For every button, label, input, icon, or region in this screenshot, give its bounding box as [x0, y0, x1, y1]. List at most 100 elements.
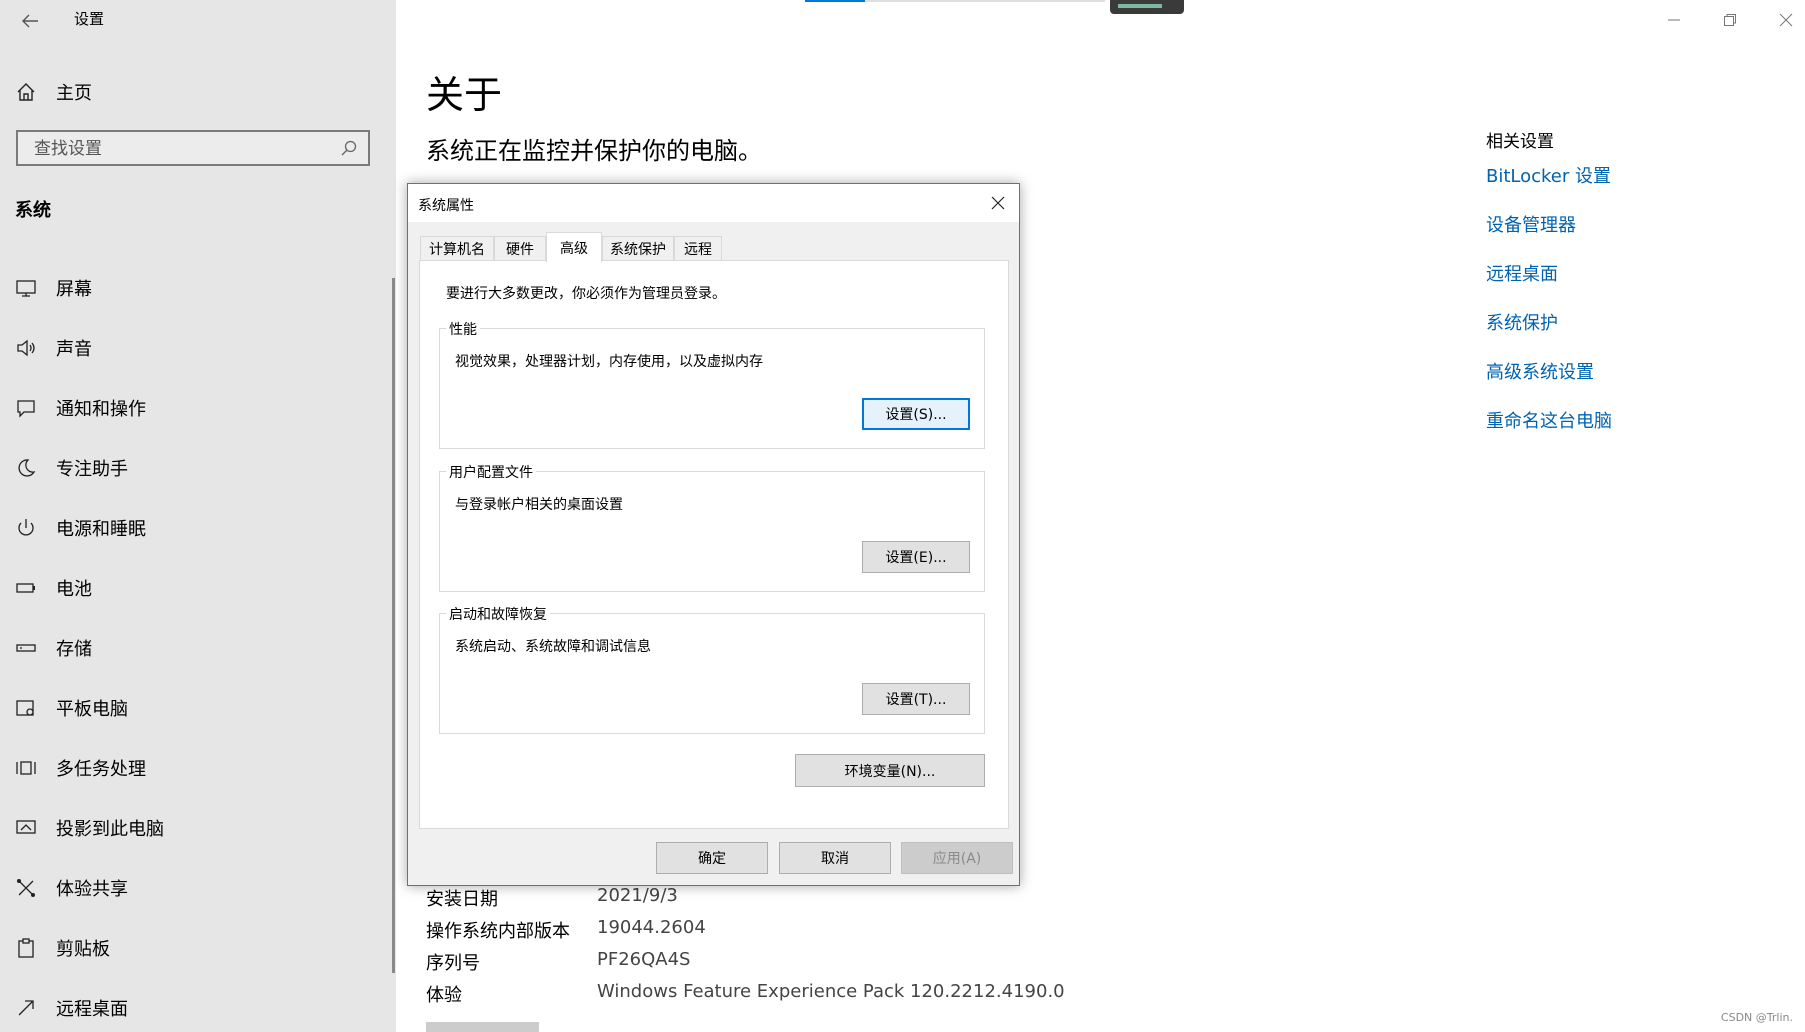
storage-icon	[14, 636, 38, 660]
home-icon	[14, 80, 38, 104]
ok-button[interactable]: 确定	[656, 842, 768, 874]
spec-row-install-date: 安装日期 2021/9/3	[426, 885, 678, 911]
admin-note: 要进行大多数更改，你必须作为管理员登录。	[446, 286, 726, 302]
group-performance: 性能 视觉效果，处理器计划，内存使用，以及虚拟内存 设置(S)...	[439, 319, 985, 449]
related-settings: 相关设置 BitLocker 设置 设备管理器 远程桌面 系统保护 高级系统设置…	[1486, 127, 1612, 460]
search-input[interactable]	[32, 136, 336, 162]
multitask-icon	[14, 756, 38, 780]
environment-variables-button[interactable]: 环境变量(N)...	[795, 754, 985, 787]
apply-button[interactable]: 应用(A)	[901, 842, 1013, 874]
minimize-button[interactable]	[1652, 6, 1696, 34]
window-title: 设置	[74, 10, 105, 28]
loading-indicator	[805, 0, 1105, 2]
close-icon	[1779, 13, 1793, 27]
tablet-icon	[14, 696, 38, 720]
spec-row-experience: 体验 Windows Feature Experience Pack 120.2…	[426, 981, 1065, 1007]
sidebar-item-project[interactable]: 投影到此电脑	[0, 806, 392, 850]
group-legend: 启动和故障恢复	[446, 604, 550, 624]
tab-advanced[interactable]: 高级	[546, 232, 602, 262]
minimize-icon	[1668, 19, 1680, 21]
sidebar-item-storage[interactable]: 存储	[0, 626, 392, 670]
performance-settings-button[interactable]: 设置(S)...	[862, 398, 970, 430]
sidebar-item-share[interactable]: 体验共享	[0, 866, 392, 910]
sidebar-item-label: 主页	[56, 83, 92, 104]
group-user-profiles: 用户配置文件 与登录帐户相关的桌面设置 设置(E)...	[439, 462, 985, 592]
sidebar-item-power[interactable]: 电源和睡眠	[0, 506, 392, 550]
sidebar-item-label: 专注助手	[56, 459, 128, 480]
notification-icon	[14, 396, 38, 420]
search-icon[interactable]	[340, 139, 358, 157]
spec-row-serial: 序列号 PF26QA4S	[426, 949, 690, 975]
link-rename-pc[interactable]: 重命名这台电脑	[1486, 411, 1612, 460]
group-description: 与登录帐户相关的桌面设置	[455, 497, 623, 513]
dialog-close-button[interactable]	[985, 190, 1011, 216]
sidebar-item-speaker[interactable]: 声音	[0, 326, 392, 370]
spec-value: Windows Feature Experience Pack 120.2212…	[597, 981, 1065, 1002]
share-icon	[14, 876, 38, 900]
sidebar-item-label: 多任务处理	[56, 759, 146, 780]
back-arrow-icon	[22, 14, 38, 28]
group-description: 系统启动、系统故障和调试信息	[455, 639, 651, 655]
link-device-manager[interactable]: 设备管理器	[1486, 215, 1612, 264]
tab-panel-advanced: 要进行大多数更改，你必须作为管理员登录。 性能 视觉效果，处理器计划，内存使用，…	[419, 260, 1009, 829]
sidebar-item-label: 剪贴板	[56, 939, 110, 960]
restore-button[interactable]	[1708, 6, 1752, 34]
sidebar-item-label: 电源和睡眠	[56, 519, 146, 540]
link-bitlocker[interactable]: BitLocker 设置	[1486, 166, 1612, 215]
watermark: CSDN @Trlin.	[1720, 1011, 1793, 1024]
section-title: 系统	[15, 200, 51, 221]
sidebar-item-monitor[interactable]: 屏幕	[0, 266, 392, 310]
moon-icon	[14, 456, 38, 480]
spec-key: 体验	[426, 985, 462, 1006]
spec-row-os-build: 操作系统内部版本 19044.2604	[426, 917, 706, 943]
taskbar-thumbnail	[1110, 0, 1184, 14]
sidebar: 设置 主页 系统 屏幕声音通知和操作专注助手电源和睡眠电池存储平板电脑多任务处理…	[0, 0, 396, 1032]
sidebar-item-battery[interactable]: 电池	[0, 566, 392, 610]
tab-system-protection[interactable]: 系统保护	[602, 236, 674, 260]
tab-hardware[interactable]: 硬件	[494, 236, 546, 260]
page-title: 关于	[426, 73, 503, 117]
link-remote-desktop[interactable]: 远程桌面	[1486, 264, 1612, 313]
copy-button[interactable]	[426, 1022, 539, 1032]
sidebar-item-remote-desktop[interactable]: 远程桌面	[0, 986, 392, 1030]
spec-value: PF26QA4S	[597, 949, 691, 970]
group-startup-recovery: 启动和故障恢复 系统启动、系统故障和调试信息 设置(T)...	[439, 604, 985, 734]
back-button[interactable]	[14, 6, 48, 36]
sidebar-item-label: 远程桌面	[56, 999, 128, 1020]
sidebar-item-clipboard[interactable]: 剪贴板	[0, 926, 392, 970]
clipboard-icon	[14, 936, 38, 960]
profiles-settings-button[interactable]: 设置(E)...	[862, 541, 970, 573]
link-system-protection[interactable]: 系统保护	[1486, 313, 1612, 362]
sidebar-item-label: 声音	[56, 339, 92, 360]
sidebar-item-label: 存储	[56, 639, 92, 660]
spec-key: 操作系统内部版本	[426, 921, 570, 942]
cancel-button[interactable]: 取消	[779, 842, 891, 874]
dialog-titlebar[interactable]: 系统属性	[408, 184, 1019, 222]
monitor-icon	[14, 276, 38, 300]
sidebar-item-notification[interactable]: 通知和操作	[0, 386, 392, 430]
group-legend: 用户配置文件	[446, 462, 536, 482]
sidebar-scrollbar[interactable]	[392, 278, 395, 973]
tab-remote[interactable]: 远程	[674, 236, 722, 260]
dialog-title: 系统属性	[418, 198, 474, 214]
sidebar-item-label: 屏幕	[56, 279, 92, 300]
restore-icon	[1724, 14, 1736, 26]
close-button[interactable]	[1764, 6, 1805, 34]
close-icon	[991, 196, 1005, 210]
related-settings-heading: 相关设置	[1486, 132, 1554, 152]
tab-computer-name[interactable]: 计算机名	[420, 236, 494, 260]
sidebar-item-tablet[interactable]: 平板电脑	[0, 686, 392, 730]
sidebar-item-multitask[interactable]: 多任务处理	[0, 746, 392, 790]
sidebar-item-home[interactable]: 主页	[0, 70, 392, 114]
startup-settings-button[interactable]: 设置(T)...	[862, 683, 970, 715]
group-description: 视觉效果，处理器计划，内存使用，以及虚拟内存	[455, 354, 763, 370]
link-advanced-system-settings[interactable]: 高级系统设置	[1486, 362, 1612, 411]
search-box[interactable]	[16, 130, 370, 166]
spec-value: 19044.2604	[597, 917, 706, 938]
remote-desktop-icon	[14, 996, 38, 1020]
speaker-icon	[14, 336, 38, 360]
spec-key: 序列号	[426, 953, 480, 974]
system-properties-dialog: 系统属性 计算机名 硬件 高级 系统保护 远程 要进行大多数更改，你必须作为管理…	[407, 183, 1020, 886]
spec-key: 安装日期	[426, 889, 498, 910]
sidebar-item-moon[interactable]: 专注助手	[0, 446, 392, 490]
